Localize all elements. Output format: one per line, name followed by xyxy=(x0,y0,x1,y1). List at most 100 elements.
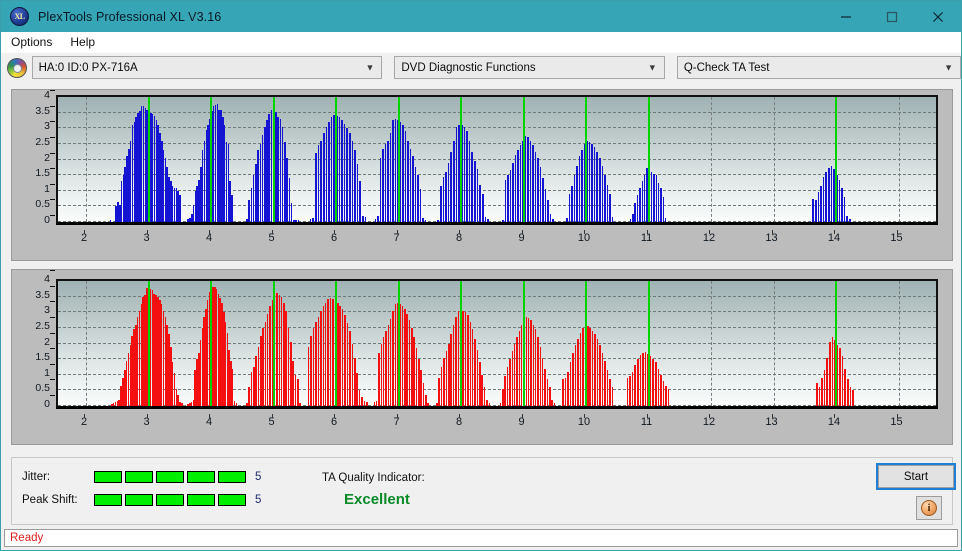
menu-item-options[interactable]: Options xyxy=(8,33,61,52)
chart-bar xyxy=(664,218,667,222)
chart-bar xyxy=(502,388,504,406)
chart-bar xyxy=(387,324,390,406)
gridline-vertical xyxy=(86,281,88,406)
chart-bar xyxy=(439,186,442,222)
chart-bar xyxy=(455,126,458,222)
led-segment xyxy=(125,471,153,483)
chart-bar xyxy=(325,126,328,222)
y-axis-tick xyxy=(50,152,55,154)
chart-bar xyxy=(330,117,333,222)
peakshift-metric-row: Peak Shift: 5 xyxy=(22,494,261,506)
chart-bar xyxy=(572,352,574,406)
chart-bar xyxy=(596,151,598,222)
x-axis-tick xyxy=(396,230,398,234)
x-axis-tick xyxy=(709,414,711,418)
chart-bar xyxy=(413,337,415,406)
chart-bar xyxy=(634,203,636,222)
chart-bar xyxy=(841,187,843,222)
y-axis-tick-label: 1 xyxy=(44,366,50,379)
chart-bar xyxy=(818,387,821,406)
gridline-horizontal xyxy=(58,111,936,113)
chart-bar xyxy=(506,366,509,406)
gridline-horizontal xyxy=(58,174,936,176)
close-icon[interactable] xyxy=(915,1,961,32)
chart-bar xyxy=(838,179,841,222)
results-panel: Jitter: 5 Peak Shift: 5 TA Quality Indic… xyxy=(11,457,956,525)
chart-bar xyxy=(309,218,312,222)
chart-bar xyxy=(534,329,537,406)
info-button[interactable]: i xyxy=(916,496,942,520)
chart-bar xyxy=(443,357,445,406)
chart-bar xyxy=(382,337,385,406)
maximize-icon[interactable] xyxy=(869,1,915,32)
chart-bar xyxy=(823,370,826,406)
chart-bar xyxy=(577,338,579,406)
chart-bar xyxy=(411,327,413,406)
chart-bar xyxy=(399,304,401,406)
chart-bar xyxy=(427,402,429,406)
chart-bar xyxy=(831,337,834,406)
chart-bar xyxy=(378,352,380,406)
chart-bar xyxy=(476,349,479,406)
chart-bar xyxy=(825,172,828,222)
chart-bar xyxy=(394,118,397,222)
chart-bar xyxy=(437,219,439,222)
chart-bar xyxy=(181,402,183,406)
chart-bar xyxy=(337,302,339,406)
chart-bar xyxy=(312,327,315,406)
chart-bar xyxy=(476,168,479,222)
chart-bar xyxy=(414,167,417,222)
y-axis-tick xyxy=(50,215,55,216)
y-axis-tick xyxy=(50,332,55,334)
chart-bar xyxy=(537,157,539,222)
chart-bar xyxy=(481,193,484,222)
chevron-down-icon: ▼ xyxy=(944,62,953,72)
chart-bar xyxy=(407,140,409,222)
chart-bar xyxy=(246,402,248,406)
chart-bar xyxy=(361,396,363,406)
function-select-value: DVD Diagnostic Functions xyxy=(401,61,536,74)
chart-bar xyxy=(474,338,476,406)
chart-bar xyxy=(660,374,662,406)
chart-bar xyxy=(356,164,359,222)
chart-bar xyxy=(504,179,507,222)
chart-bar xyxy=(317,145,320,222)
gridline-horizontal xyxy=(58,342,936,344)
gridline-horizontal xyxy=(58,358,936,360)
chart-marker-line xyxy=(272,281,275,406)
y-axis-tick xyxy=(50,121,55,123)
chart-bar xyxy=(471,329,474,406)
test-select[interactable]: Q-Check TA Test ▼ xyxy=(676,56,961,79)
chart-bar xyxy=(366,402,368,406)
chart-bar xyxy=(539,346,542,406)
function-select[interactable]: DVD Diagnostic Functions ▼ xyxy=(394,56,665,79)
chart-marker-line xyxy=(335,97,338,222)
chart-bar xyxy=(425,395,427,406)
chart-bar xyxy=(843,197,846,222)
chart-bar xyxy=(389,132,392,222)
y-axis-tick xyxy=(50,168,55,170)
chart-bar xyxy=(653,173,655,222)
status-bar: Ready xyxy=(4,529,958,547)
jitter-label: Jitter: xyxy=(22,471,51,483)
drive-select[interactable]: HA:0 ID:0 PX-716A ▼ xyxy=(31,56,383,79)
chart-bar xyxy=(287,327,290,406)
chart-bar xyxy=(812,198,814,222)
chart-marker-line xyxy=(585,97,588,222)
chart-bar xyxy=(517,150,519,222)
start-button[interactable]: Start xyxy=(876,463,956,490)
chart-bar xyxy=(639,187,641,222)
minimize-icon[interactable] xyxy=(823,1,869,32)
chart-bar xyxy=(518,331,521,406)
chart-marker-line xyxy=(397,97,400,222)
chart-bar xyxy=(532,324,535,406)
x-axis-tick xyxy=(521,230,523,234)
chart-bar xyxy=(339,306,341,406)
chart-bar xyxy=(841,356,844,406)
menu-item-help[interactable]: Help xyxy=(67,33,104,52)
gridline-vertical xyxy=(898,97,900,222)
chart-bar xyxy=(455,316,457,406)
y-axis-tick xyxy=(50,199,55,201)
chart-bar xyxy=(544,189,547,222)
x-axis-tick xyxy=(84,230,86,234)
